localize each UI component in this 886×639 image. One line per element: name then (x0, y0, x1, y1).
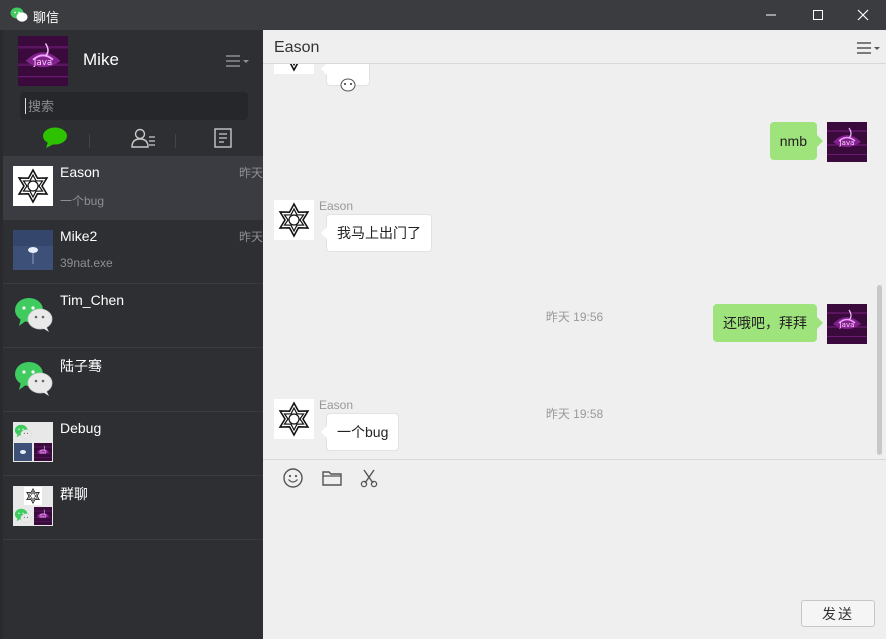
maximize-button[interactable] (795, 0, 841, 30)
folder-icon (321, 468, 343, 493)
tab-divider (175, 134, 176, 148)
avatar (274, 399, 314, 439)
close-button[interactable] (840, 0, 886, 30)
avatar (13, 166, 53, 206)
chat-name: Debug (60, 420, 102, 436)
sender-name: Eason (319, 199, 354, 213)
send-file-button[interactable] (320, 468, 344, 492)
chat-preview: 一个bug (60, 194, 105, 208)
chat-item-tim-chen[interactable]: Tim_Chen (3, 284, 263, 348)
message-area[interactable]: nmb Eason 我马上出门了 昨天 19:56 还哦吧，拜拜 昨天 19:5… (263, 64, 886, 459)
sidebar: Mike Eason 一个bug 昨天 (0, 30, 263, 639)
chat-name: 陆子骞 (60, 358, 102, 374)
sticker-message (321, 64, 370, 92)
chat-time: 昨天 (238, 230, 263, 244)
smiley-icon (282, 467, 304, 494)
chat-item-mike2[interactable]: Mike2 39nat.exe 昨天 (3, 220, 263, 284)
app-logo-icon (10, 7, 28, 23)
group-avatar (13, 422, 53, 462)
scissors-icon (359, 468, 379, 493)
sticker-icon (339, 69, 357, 105)
sender-name: Eason (319, 398, 354, 412)
avatar (13, 230, 53, 270)
chat-name: Mike2 (60, 228, 98, 244)
outgoing-message: 还哦吧，拜拜 (713, 304, 823, 342)
contacts-icon (130, 127, 156, 154)
avatar (13, 358, 53, 398)
group-avatar (13, 486, 53, 526)
emoji-button[interactable] (281, 467, 305, 494)
tab-favorites[interactable] (193, 124, 253, 156)
search-box[interactable] (20, 92, 248, 120)
composer-toolbar (263, 459, 886, 499)
window-title: 聊信 (33, 10, 60, 25)
profile-avatar[interactable] (18, 36, 68, 86)
screenshot-button[interactable] (357, 468, 381, 492)
document-icon (212, 127, 234, 154)
chat-name: Eason (60, 164, 100, 180)
chat-item-debug[interactable]: Debug (3, 412, 263, 476)
chat-item-eason[interactable]: Eason 一个bug 昨天 (3, 156, 263, 220)
tab-contacts[interactable] (113, 124, 173, 156)
minimize-button[interactable] (748, 0, 794, 30)
search-input[interactable] (20, 92, 248, 120)
conversation-header: Eason (263, 30, 886, 64)
avatar (274, 200, 314, 240)
chat-list: Eason 一个bug 昨天 Mike2 39nat.exe 昨天 Tim_Ch… (3, 156, 263, 540)
sidebar-tabs (3, 124, 263, 156)
message-input[interactable] (263, 499, 886, 594)
my-avatar (827, 304, 867, 344)
incoming-message: 一个bug (320, 413, 400, 451)
chat-time: 昨天 (238, 166, 263, 180)
chat-preview: 39nat.exe (60, 256, 113, 270)
avatar (13, 294, 53, 334)
scrollbar[interactable] (877, 285, 882, 455)
menu-icon[interactable] (855, 41, 881, 55)
conversation-panel: Eason nmb Eason 我马上出门了 昨天 19:56 还哦吧，拜拜 昨… (263, 30, 886, 639)
chat-bubble-icon (42, 127, 68, 154)
tab-chats[interactable] (25, 124, 85, 156)
conversation-title: Eason (274, 39, 320, 56)
tab-divider (89, 134, 90, 148)
chat-name: 群聊 (60, 486, 88, 502)
profile-name: Mike (83, 50, 119, 69)
chat-item-group[interactable]: 群聊 (3, 476, 263, 540)
avatar (274, 64, 314, 74)
menu-icon[interactable] (224, 54, 250, 68)
my-avatar (827, 122, 867, 162)
message-input-area[interactable] (263, 499, 886, 594)
send-button[interactable]: 发送 (801, 600, 875, 627)
chat-name: Tim_Chen (60, 292, 125, 308)
text-caret (25, 98, 26, 114)
chat-item-lu-ziqian[interactable]: 陆子骞 (3, 348, 263, 412)
incoming-message: 我马上出门了 (321, 214, 432, 252)
outgoing-message: nmb (769, 122, 824, 160)
title-bar: 聊信 (0, 0, 886, 30)
